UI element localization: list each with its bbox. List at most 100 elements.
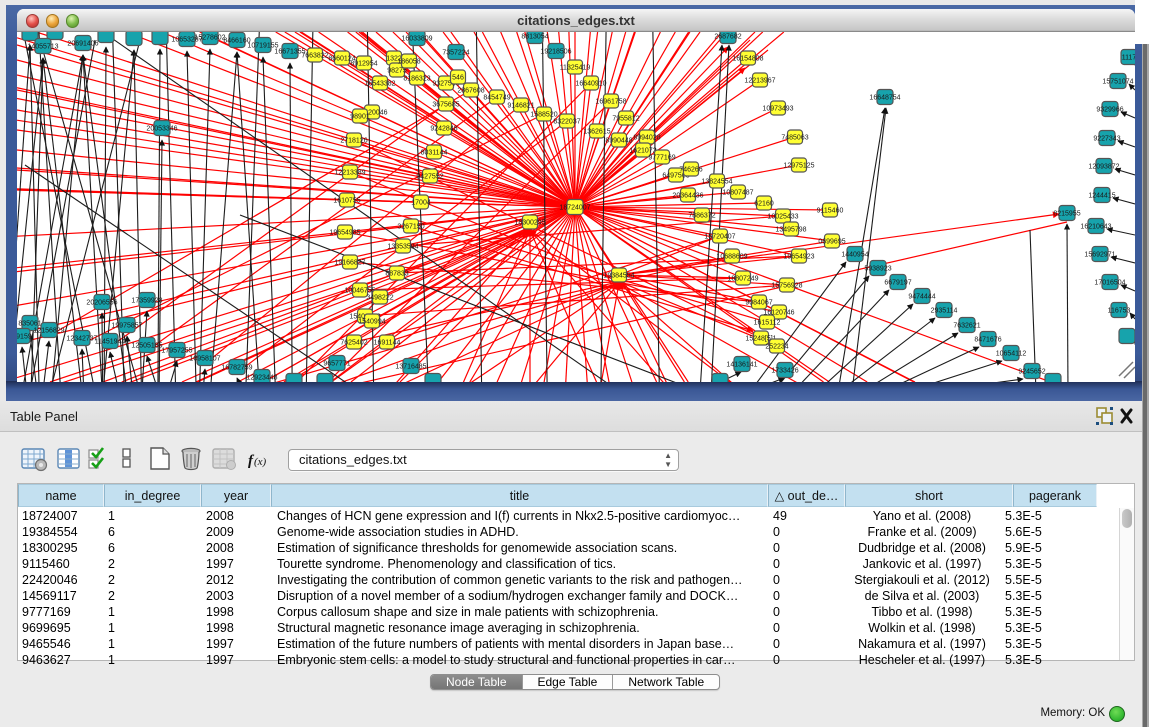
svg-text:8186323: 8186323 <box>403 76 430 83</box>
svg-text:1440954: 1440954 <box>841 252 868 259</box>
svg-text:16961758: 16961758 <box>595 99 626 106</box>
svg-text:13353594: 13353594 <box>387 244 418 251</box>
svg-text:1733426: 1733426 <box>771 368 798 375</box>
svg-text:5938923: 5938923 <box>864 266 891 273</box>
svg-text:7485063: 7485063 <box>781 135 808 142</box>
svg-text:16648754: 16648754 <box>869 95 900 102</box>
svg-text:1615112: 1615112 <box>754 320 781 327</box>
svg-text:16210643: 16210643 <box>1080 224 1111 231</box>
svg-text:17016504: 17016504 <box>1094 280 1125 287</box>
svg-text:1588520: 1588520 <box>530 112 557 119</box>
svg-text:15756928: 15756928 <box>771 283 802 290</box>
svg-text:12093872: 12093872 <box>1088 164 1119 171</box>
svg-text:16671355: 16671355 <box>274 49 305 56</box>
svg-text:11325419: 11325419 <box>560 65 591 72</box>
svg-text:887833: 887833 <box>385 271 408 278</box>
svg-text:11451944: 11451944 <box>95 339 126 346</box>
svg-text:20206556: 20206556 <box>86 300 117 307</box>
svg-text:13495798: 13495798 <box>775 227 806 234</box>
svg-text:20691406: 20691406 <box>67 41 98 48</box>
svg-text:8994028: 8994028 <box>633 135 660 142</box>
svg-text:9227343: 9227343 <box>1093 136 1120 143</box>
svg-text:12505185: 12505185 <box>131 343 162 350</box>
svg-text:1117: 1117 <box>1122 55 1137 62</box>
svg-text:17004: 17004 <box>411 200 431 207</box>
svg-text:12213967: 12213967 <box>744 78 775 85</box>
svg-text:9777169: 9777169 <box>648 155 675 162</box>
svg-text:9245652: 9245652 <box>1018 369 1045 376</box>
svg-text:16033809: 16033809 <box>401 36 432 43</box>
svg-text:(x): (x) <box>254 456 267 468</box>
svg-text:13716485: 13716485 <box>395 364 426 371</box>
svg-text:9084067: 9084067 <box>745 300 772 307</box>
svg-text:8912954: 8912954 <box>350 61 377 68</box>
svg-text:18807249: 18807249 <box>727 276 758 283</box>
svg-text:12923448: 12923448 <box>246 375 277 382</box>
svg-text:15720407: 15720407 <box>704 234 735 241</box>
svg-text:18724007: 18724007 <box>559 205 590 212</box>
svg-text:19975857: 19975857 <box>111 323 142 330</box>
svg-text:1362615: 1362615 <box>583 129 610 136</box>
svg-text:3498222: 3498222 <box>366 295 393 302</box>
svg-text:8031144: 8031144 <box>421 150 448 157</box>
svg-text:39159: 39159 <box>12 334 32 341</box>
svg-text:12213389: 12213389 <box>334 170 365 177</box>
svg-text:13824554: 13824554 <box>701 179 732 186</box>
svg-text:9115460: 9115460 <box>817 208 844 215</box>
svg-text:10958107: 10958107 <box>189 356 220 363</box>
svg-text:20053346: 20053346 <box>146 126 177 133</box>
svg-text:9242848: 9242848 <box>430 126 457 133</box>
svg-text:1691144: 1691144 <box>374 340 401 347</box>
svg-text:2935114: 2935114 <box>931 308 958 315</box>
svg-text:12342737: 12342737 <box>66 336 97 343</box>
svg-text:19654985: 19654985 <box>329 230 360 237</box>
svg-text:7357224: 7357224 <box>442 50 469 57</box>
svg-text:8990448: 8990448 <box>605 138 632 145</box>
svg-text:1621072: 1621072 <box>629 148 656 155</box>
svg-text:16154808: 16154808 <box>732 56 763 63</box>
svg-text:15278602: 15278602 <box>194 35 225 42</box>
svg-text:8454749: 8454749 <box>483 95 510 102</box>
svg-text:746266: 746266 <box>679 167 702 174</box>
svg-text:9146821: 9146821 <box>507 103 534 110</box>
svg-text:15751074: 15751074 <box>1102 79 1133 86</box>
svg-text:10654112: 10654112 <box>996 351 1027 358</box>
svg-text:2687682: 2687682 <box>714 34 741 41</box>
svg-text:19166827: 19166827 <box>334 260 365 267</box>
svg-text:8215955: 8215955 <box>1053 211 1080 218</box>
svg-text:0699695: 0699695 <box>818 239 845 246</box>
svg-text:835061: 835061 <box>18 321 41 328</box>
svg-text:7955812: 7955812 <box>612 116 639 123</box>
svg-text:2718126: 2718126 <box>340 138 367 145</box>
svg-text:116753: 116753 <box>1108 308 1131 315</box>
svg-text:7625402: 7625402 <box>340 340 367 347</box>
svg-text:17359928: 17359928 <box>131 298 162 305</box>
svg-text:16640910: 16640910 <box>575 81 606 88</box>
svg-text:6679197: 6679197 <box>884 280 911 287</box>
svg-text:9427552: 9427552 <box>416 174 443 181</box>
svg-text:19218506: 19218506 <box>540 49 571 56</box>
svg-text:2867608: 2867608 <box>457 88 484 95</box>
svg-text:1610755: 1610755 <box>333 198 360 205</box>
svg-text:18300295: 18300295 <box>514 220 545 227</box>
svg-text:7632621: 7632621 <box>953 323 980 330</box>
svg-text:98901: 98901 <box>350 114 370 121</box>
svg-text:10973493: 10973493 <box>762 106 793 113</box>
svg-text:8813054: 8813054 <box>521 34 548 41</box>
svg-text:20364436: 20364436 <box>672 193 703 200</box>
svg-text:14055713: 14055713 <box>27 44 58 51</box>
svg-text:10807487: 10807487 <box>722 190 753 197</box>
svg-text:252234: 252234 <box>765 344 788 351</box>
svg-text:17957255: 17957255 <box>161 348 192 355</box>
svg-text:186058: 186058 <box>397 59 420 66</box>
svg-text:8471676: 8471676 <box>974 337 1001 344</box>
svg-text:9329966: 9329966 <box>1096 107 1123 114</box>
svg-text:19384554: 19384554 <box>603 273 634 280</box>
svg-text:62160: 62160 <box>754 201 774 208</box>
svg-text:10688609: 10688609 <box>716 254 747 261</box>
svg-text:10025433: 10025433 <box>767 214 798 221</box>
svg-text:10046755: 10046755 <box>344 288 375 295</box>
svg-text:546: 546 <box>452 75 464 82</box>
svg-text:16782759: 16782759 <box>221 365 252 372</box>
svg-text:1540994: 1540994 <box>358 319 385 326</box>
